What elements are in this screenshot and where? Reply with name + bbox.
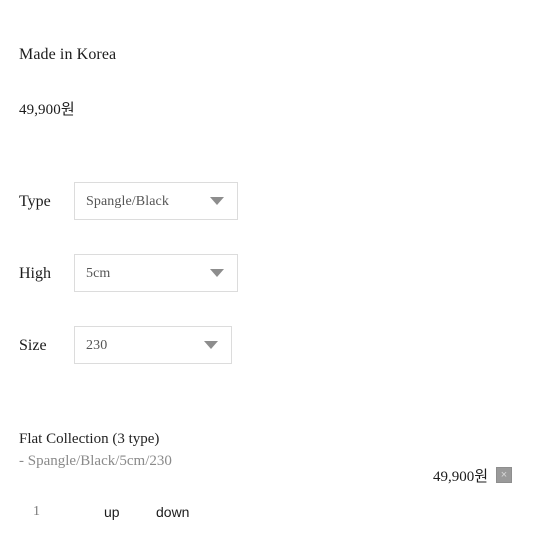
- select-size-value: 230: [86, 338, 108, 353]
- quantity-increase-button[interactable]: up: [104, 503, 120, 521]
- quantity-stepper: 1 up down: [0, 503, 552, 523]
- product-option-panel: Made in Korea 49,900원 Type Spangle/Black…: [0, 0, 552, 552]
- option-label-high: High: [19, 265, 51, 282]
- select-high-value: 5cm: [86, 266, 111, 281]
- product-price: 49,900원: [19, 102, 75, 118]
- option-label-type: Type: [19, 193, 51, 210]
- close-icon-glyph: ×: [500, 468, 508, 481]
- cart-item-options: - Spangle/Black/5cm/230: [19, 453, 172, 469]
- cart-item-title: Flat Collection (3 type): [19, 431, 160, 447]
- select-type-value: Spangle/Black: [86, 194, 169, 209]
- quantity-value[interactable]: 1: [33, 503, 40, 521]
- option-row-high: High 5cm: [0, 254, 552, 294]
- close-icon[interactable]: ×: [496, 467, 512, 483]
- chevron-down-icon: [210, 269, 224, 277]
- quantity-decrease-button[interactable]: down: [156, 503, 189, 521]
- option-row-type: Type Spangle/Black: [0, 182, 552, 222]
- cart-item-price: 49,900원: [432, 469, 488, 485]
- select-high[interactable]: 5cm: [74, 254, 238, 292]
- chevron-down-icon: [204, 341, 218, 349]
- option-row-size: Size 230: [0, 326, 552, 366]
- chevron-down-icon: [210, 197, 224, 205]
- select-type[interactable]: Spangle/Black: [74, 182, 238, 220]
- option-label-size: Size: [19, 337, 47, 354]
- select-size[interactable]: 230: [74, 326, 232, 364]
- made-in-label: Made in Korea: [19, 46, 117, 63]
